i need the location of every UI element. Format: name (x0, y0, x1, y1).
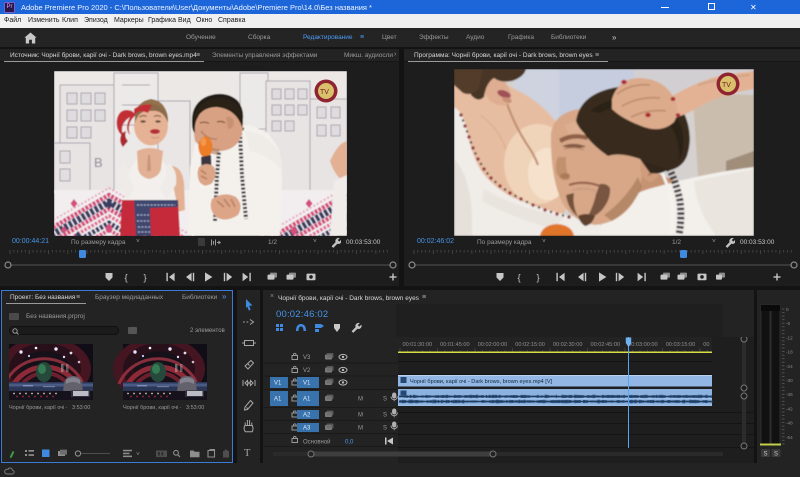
svg-text:TV: TV (722, 82, 731, 89)
svg-text:M: M (358, 397, 363, 403)
svg-text:Чорнiï брови, карiï очi - Dark: Чорнiï брови, карiï очi - Dark brows, br… (410, 379, 553, 385)
svg-text:˅: ˅ (136, 451, 140, 458)
svg-text:-48: -48 (786, 421, 793, 426)
svg-text:-36: -36 (786, 392, 793, 397)
svg-text:00:01:45:00: 00:01:45:00 (440, 342, 470, 348)
svg-text:V1: V1 (303, 381, 311, 387)
svg-text:-54: -54 (786, 435, 793, 440)
svg-text:-18: -18 (786, 350, 793, 355)
svg-text:-6: -6 (786, 321, 791, 326)
svg-text:A3: A3 (303, 426, 311, 432)
svg-text:}: } (537, 273, 540, 284)
svg-text:S: S (764, 452, 768, 458)
svg-text:S: S (383, 413, 387, 419)
svg-text:-24: -24 (786, 364, 793, 369)
svg-text:{: { (125, 273, 128, 284)
svg-text:M: M (358, 426, 363, 432)
svg-text:00:02:00:00: 00:02:00:00 (478, 342, 508, 348)
svg-text:Основной: Основной (303, 439, 331, 446)
svg-text:0: 0 (786, 307, 789, 312)
svg-text:00: 00 (703, 342, 709, 348)
svg-text:M: M (358, 413, 363, 419)
svg-text:S: S (383, 397, 387, 403)
svg-text:00:01:30:00: 00:01:30:00 (403, 342, 433, 348)
svg-text:A1: A1 (274, 397, 282, 403)
svg-text:-42: -42 (786, 406, 793, 411)
svg-text:A1: A1 (303, 397, 311, 403)
svg-text:TV: TV (320, 89, 329, 96)
svg-text:A2: A2 (303, 413, 311, 419)
svg-text:00:02:45:00: 00:02:45:00 (591, 342, 621, 348)
svg-text:V3: V3 (303, 355, 311, 361)
svg-text:B: B (94, 155, 103, 170)
svg-text:}: } (144, 273, 147, 284)
svg-text:{: { (518, 273, 521, 284)
svg-text:S: S (774, 452, 778, 458)
svg-text:T: T (244, 448, 251, 459)
svg-text:-30: -30 (786, 378, 793, 383)
svg-text:V2: V2 (303, 368, 311, 374)
svg-text:00:02:30:00: 00:02:30:00 (553, 342, 583, 348)
svg-text:00:02:15:00: 00:02:15:00 (515, 342, 545, 348)
svg-text:S: S (383, 426, 387, 432)
svg-text:0,0: 0,0 (345, 440, 354, 446)
svg-text:-12: -12 (786, 335, 793, 340)
svg-text:00:03:00:00: 00:03:00:00 (628, 342, 658, 348)
svg-text:00:03:15:00: 00:03:15:00 (666, 342, 696, 348)
svg-text:V1: V1 (274, 381, 282, 387)
